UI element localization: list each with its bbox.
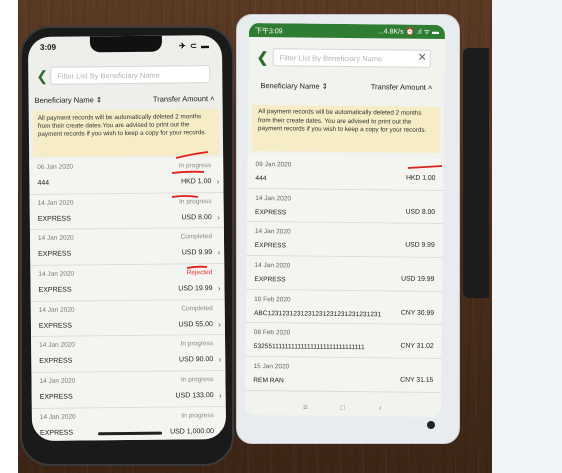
pen-mark-hkd xyxy=(171,170,205,174)
pen-mark-phone2 xyxy=(407,165,443,169)
pen-mark-usd8 xyxy=(171,195,199,198)
red-pen-annotations xyxy=(171,151,443,269)
pen-mark-rejected xyxy=(186,265,208,269)
pen-mark-in-progress xyxy=(175,151,209,159)
